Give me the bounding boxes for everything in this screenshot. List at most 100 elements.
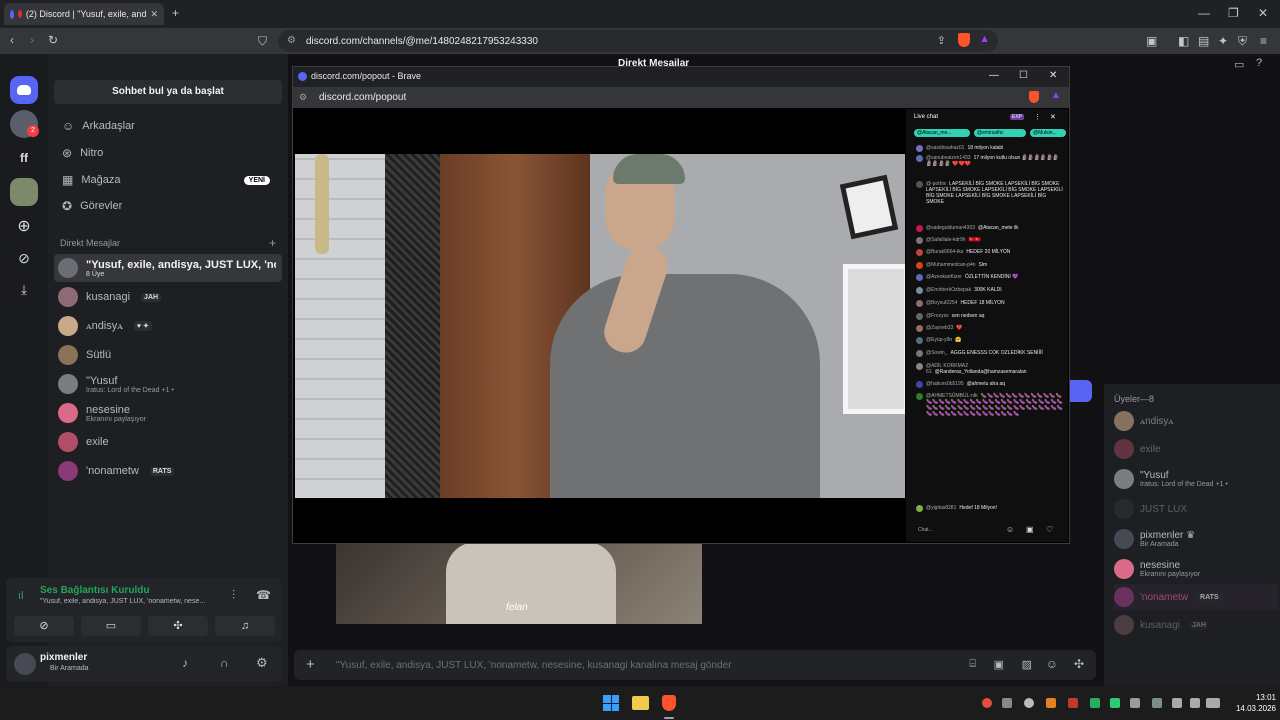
chat-chip[interactable]: @emirsalhc: [974, 129, 1026, 137]
gif-icon[interactable]: ▣: [994, 658, 1004, 671]
back-icon[interactable]: ‹: [10, 34, 14, 46]
nav-friends[interactable]: ☺ Arkadaşlar: [56, 114, 280, 138]
chat-chip[interactable]: @Mulsin...: [1030, 129, 1066, 137]
camera-button[interactable]: ⊘: [14, 616, 74, 636]
stream-video[interactable]: [295, 154, 905, 498]
member-andisya[interactable]: ꭺndisyꭺ: [1114, 408, 1278, 434]
emoji-icon[interactable]: ☺: [1046, 657, 1058, 671]
exp-badge[interactable]: EXP: [1010, 114, 1025, 120]
browser-tab[interactable]: (2) Discord | "Yusuf, exile, and ✕: [4, 3, 164, 25]
tray-app-icon[interactable]: [1002, 698, 1012, 708]
create-dm-icon[interactable]: +: [269, 236, 276, 250]
chat-chip[interactable]: @Atacan_me...: [914, 129, 970, 137]
chat-input[interactable]: Chat...: [912, 523, 1008, 537]
sidebar-icon[interactable]: ◧: [1178, 35, 1189, 47]
settings-icon[interactable]: ⚙: [256, 655, 268, 671]
chat-close-icon[interactable]: ✕: [1050, 113, 1056, 121]
wifi-icon[interactable]: [1172, 698, 1182, 708]
brave-rewards-icon[interactable]: ▲: [1051, 90, 1061, 101]
brave-taskbar-icon[interactable]: [662, 695, 676, 711]
brave-rewards-icon[interactable]: ▲: [979, 33, 990, 45]
tab-close-icon[interactable]: ✕: [150, 9, 158, 20]
file-explorer-icon[interactable]: [632, 696, 649, 710]
popout-close-icon[interactable]: ✕: [1049, 70, 1057, 81]
chat-menu-icon[interactable]: ⋮: [1034, 113, 1041, 121]
nav-quests[interactable]: ✪ Görevler: [56, 194, 280, 218]
member-justlux[interactable]: JUST LUX: [1114, 496, 1278, 522]
member-nesesine[interactable]: nesesine Ekranını paylaşıyor: [1114, 556, 1278, 582]
windows-start-icon[interactable]: [603, 695, 619, 711]
volume-icon[interactable]: [1190, 698, 1200, 708]
leo-icon[interactable]: ✦: [1218, 35, 1228, 47]
server-avatar[interactable]: 2: [10, 110, 39, 138]
dm-item-exile[interactable]: exile: [54, 428, 282, 456]
tray-app-icon[interactable]: [1024, 698, 1034, 708]
menu-icon[interactable]: ≡: [1260, 35, 1267, 47]
message-input[interactable]: + "Yusuf, exile, andisya, JUST LUX, 'non…: [294, 650, 1096, 680]
reload-icon[interactable]: ↻: [48, 34, 58, 46]
nav-nitro[interactable]: ⊛ Nitro: [56, 141, 280, 165]
bookmark-icon[interactable]: ⛉: [258, 35, 267, 47]
member-exile[interactable]: exile: [1114, 436, 1278, 462]
wallet-icon[interactable]: ▤: [1198, 35, 1209, 47]
chat-emoji-icon[interactable]: ☺: [1006, 525, 1014, 534]
brave-shield-icon[interactable]: [958, 33, 970, 47]
headphones-icon[interactable]: ∩: [220, 656, 229, 670]
tray-app-icon[interactable]: [1130, 698, 1140, 708]
dm-item-sutlu[interactable]: Sütlü: [54, 341, 282, 369]
member-kusanagi[interactable]: kusanagi JAH: [1114, 612, 1278, 638]
tray-app-icon[interactable]: [1110, 698, 1120, 708]
tray-app-icon[interactable]: [982, 698, 992, 708]
address-bar[interactable]: ⚙ discord.com/channels/@me/1480248217953…: [278, 30, 998, 52]
popout-minimize-icon[interactable]: —: [989, 70, 999, 81]
dm-item-kusanagi[interactable]: kusanagi JAH: [54, 283, 282, 311]
disconnect-icon[interactable]: ☎: [256, 588, 271, 602]
stream-tile[interactable]: felan: [336, 542, 702, 624]
activities-button[interactable]: ✣: [148, 616, 208, 636]
member-yusuf[interactable]: "Yusuf Iratus: Lord of the Dead +1 •: [1114, 466, 1278, 492]
download-icon[interactable]: ⤓: [10, 276, 38, 304]
chat-points-icon[interactable]: ▣: [1026, 525, 1034, 534]
attach-plus-icon[interactable]: +: [306, 656, 315, 673]
media-icon[interactable]: ▣: [1146, 35, 1157, 47]
tray-app-icon[interactable]: [1046, 698, 1056, 708]
member-pixmenler[interactable]: pixmenler ♛ Bir Aramada: [1114, 526, 1278, 552]
add-server-icon[interactable]: ⊕: [10, 212, 38, 240]
gift-icon[interactable]: ⌸: [969, 658, 976, 671]
tray-app-icon[interactable]: [1068, 698, 1078, 708]
restore-icon[interactable]: ❐: [1228, 7, 1239, 19]
minimize-icon[interactable]: —: [1198, 7, 1210, 19]
vpn-icon[interactable]: ⛨: [1238, 35, 1247, 47]
server-avatar-cat[interactable]: [10, 178, 38, 206]
microphone-tray-icon[interactable]: [1152, 698, 1162, 708]
discover-icon[interactable]: ⊘: [10, 244, 38, 272]
server-ff[interactable]: ff: [10, 144, 38, 172]
find-conversation-button[interactable]: Sohbet bul ya da başlat: [54, 80, 282, 104]
dm-item-andisya[interactable]: ꭺndisyꭺ ♥ ✦: [54, 312, 282, 340]
apps-icon[interactable]: ✣: [1074, 657, 1084, 671]
inbox-icon[interactable]: ▭: [1234, 58, 1244, 71]
soundboard-button[interactable]: ♫: [215, 616, 275, 636]
new-tab-icon[interactable]: +: [172, 7, 179, 19]
screen-share-button[interactable]: ▭: [81, 616, 141, 636]
share-icon[interactable]: ⇪: [937, 34, 946, 47]
close-window-icon[interactable]: ✕: [1258, 7, 1268, 19]
sticker-icon[interactable]: ▨: [1022, 658, 1032, 671]
popout-maximize-icon[interactable]: ☐: [1019, 70, 1028, 81]
chat-heart-icon[interactable]: ♡: [1046, 525, 1053, 534]
live-chat-title[interactable]: Live chat: [914, 114, 938, 120]
dm-item-nesesine[interactable]: nesesine Ekranını paylaşıyor: [54, 399, 282, 427]
member-nonametw[interactable]: 'nonametw RATS: [1114, 584, 1278, 610]
site-info-icon[interactable]: ⚙: [287, 35, 296, 46]
nav-shop[interactable]: ▦ Mağaza YENİ: [56, 168, 280, 192]
brave-shield-icon[interactable]: [1029, 91, 1039, 103]
tray-app-icon[interactable]: [1090, 698, 1100, 708]
forward-icon[interactable]: ›: [30, 34, 34, 46]
dm-item-group[interactable]: "Yusuf, exile, andisya, JUST LUX, 'nona.…: [54, 254, 282, 282]
dm-item-nonametw[interactable]: 'nonametw RATS: [54, 457, 282, 485]
battery-icon[interactable]: [1206, 698, 1220, 708]
site-info-icon[interactable]: ⚙: [299, 92, 307, 103]
discord-home-button[interactable]: [10, 76, 38, 104]
dm-item-yusuf[interactable]: "Yusuf Iratus: Lord of the Dead +1 •: [54, 370, 282, 398]
user-avatar[interactable]: [14, 653, 36, 675]
